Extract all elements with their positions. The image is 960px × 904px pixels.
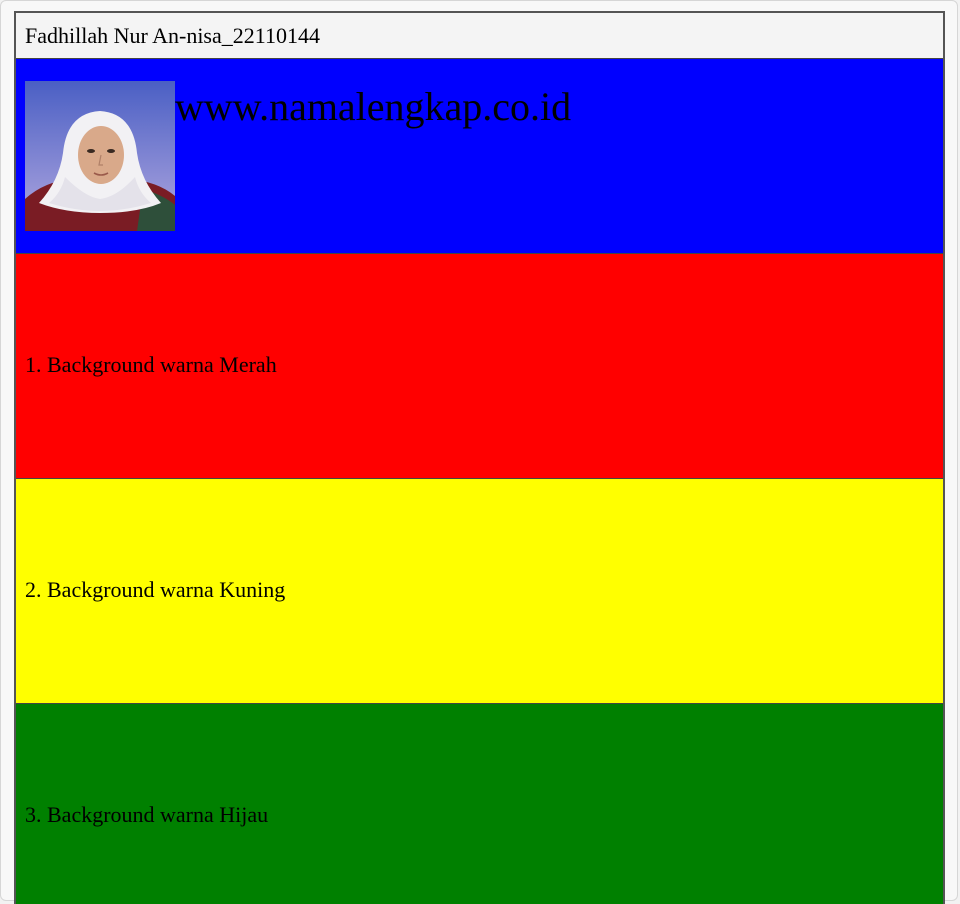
- red-background-row: 1. Background warna Merah: [16, 254, 943, 479]
- green-background-row: 3. Background warna Hijau: [16, 704, 943, 904]
- page-title: Fadhillah Nur An-nisa_22110144: [25, 23, 320, 48]
- red-row-label: 1. Background warna Merah: [25, 352, 277, 377]
- site-url: www.namalengkap.co.id: [175, 84, 572, 129]
- yellow-row-label: 2. Background warna Kuning: [25, 577, 286, 602]
- header-row: www.namalengkap.co.id: [16, 59, 943, 254]
- layout-table: Fadhillah Nur An-nisa_22110144 www.namal…: [14, 11, 945, 904]
- browser-viewport: Fadhillah Nur An-nisa_22110144 www.namal…: [0, 0, 958, 904]
- green-row-label: 3. Background warna Hijau: [25, 802, 269, 827]
- title-row: Fadhillah Nur An-nisa_22110144: [16, 13, 943, 59]
- yellow-background-row: 2. Background warna Kuning: [16, 479, 943, 704]
- profile-photo: [25, 81, 175, 231]
